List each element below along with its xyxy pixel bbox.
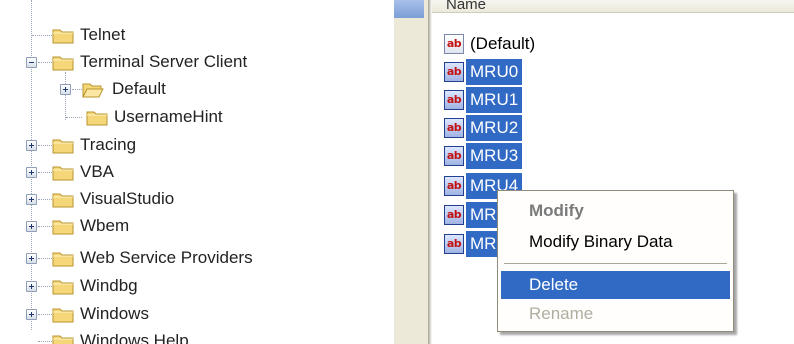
tree-item-label: Web Service Providers <box>80 248 253 267</box>
string-value-icon: ab <box>444 176 464 196</box>
tree-item-terminal-server-client[interactable]: Terminal Server Client <box>0 49 394 77</box>
string-value-icon: ab <box>444 34 464 54</box>
tree-item-label: UsernameHint <box>114 107 223 126</box>
tree-line <box>38 62 52 64</box>
menu-item-rename[interactable]: Rename <box>501 300 730 328</box>
menu-item-modify[interactable]: Modify <box>501 197 730 225</box>
tree-line <box>32 35 52 37</box>
tree-item-wbem[interactable]: Wbem <box>0 213 394 241</box>
string-value-icon: ab <box>444 146 464 166</box>
scrollbar-thumb[interactable] <box>394 0 424 18</box>
tree-item-web-service-providers[interactable]: Web Service Providers <box>0 245 394 273</box>
value-row-mru1[interactable]: ab MRU1 <box>444 86 523 114</box>
tree-line <box>38 341 52 343</box>
string-value-icon: ab <box>444 205 464 225</box>
expand-toggle-icon[interactable] <box>26 221 37 232</box>
pane-splitter[interactable] <box>394 0 428 344</box>
folder-icon <box>52 308 74 323</box>
value-name: MRU3 <box>466 143 523 169</box>
tree-item-label: Wbem <box>80 216 130 235</box>
expand-toggle-icon[interactable] <box>26 140 37 151</box>
tree-line <box>38 226 52 228</box>
folder-icon <box>52 139 74 154</box>
tree-line <box>38 286 52 288</box>
expand-toggle-icon[interactable] <box>26 253 37 264</box>
value-row-mru2[interactable]: ab MRU2 <box>444 114 523 142</box>
folder-icon <box>52 220 74 235</box>
tree-line <box>38 172 52 174</box>
expand-toggle-icon[interactable] <box>26 309 37 320</box>
expand-toggle-icon[interactable] <box>26 281 37 292</box>
open-folder-icon <box>82 83 104 98</box>
expand-toggle-icon[interactable] <box>26 194 37 205</box>
tree-item-label: VisualStudio <box>80 189 175 208</box>
string-value-icon: ab <box>444 90 464 110</box>
tree-item-label: Windows <box>80 304 149 323</box>
folder-icon <box>52 56 74 71</box>
tree-item-visualstudio[interactable]: VisualStudio <box>0 186 394 214</box>
folder-icon <box>86 111 108 126</box>
menu-item-modify-binary-data[interactable]: Modify Binary Data <box>501 228 730 256</box>
tree-item-windows[interactable]: Windows <box>0 301 394 329</box>
value-row-mru0[interactable]: ab MRU0 <box>444 58 523 86</box>
tree-item-default[interactable]: Default <box>0 76 394 104</box>
string-value-icon: ab <box>444 62 464 82</box>
tree-item-label: Windows Help <box>80 331 189 344</box>
tree-item-windbg[interactable]: Windbg <box>0 273 394 301</box>
string-value-icon: ab <box>444 118 464 138</box>
tree-item-telnet[interactable]: Telnet <box>0 22 394 50</box>
tree-line <box>38 199 52 201</box>
tree-item-label: Windbg <box>80 276 138 295</box>
tree-line <box>72 89 82 91</box>
tree-item-label: Tracing <box>80 135 137 154</box>
registry-key-tree[interactable]: Telnet Terminal Server Client Default Us… <box>0 0 394 344</box>
context-menu: Modify Modify Binary Data Delete Rename <box>497 190 734 332</box>
tree-item-windows-help[interactable]: Windows Help <box>0 328 394 344</box>
tree-item-label: Terminal Server Client <box>80 52 248 71</box>
menu-item-delete[interactable]: Delete <box>501 271 730 299</box>
tree-item-label: Default <box>112 79 166 98</box>
value-name: MRU1 <box>466 87 523 113</box>
tree-item-tracing[interactable]: Tracing <box>0 132 394 160</box>
tree-line <box>38 314 52 316</box>
tree-line <box>38 258 52 260</box>
expand-toggle-icon[interactable] <box>26 167 37 178</box>
menu-separator <box>504 263 727 265</box>
expand-toggle-icon[interactable] <box>60 84 71 95</box>
column-header-label: Name <box>446 0 487 13</box>
string-value-icon: ab <box>444 234 464 254</box>
value-name: MRU2 <box>466 115 523 141</box>
tree-item-label: Telnet <box>80 25 126 44</box>
column-header-name[interactable]: Name <box>432 0 794 13</box>
value-name: MRU0 <box>466 59 523 85</box>
value-row-mru3[interactable]: ab MRU3 <box>444 142 523 170</box>
folder-icon <box>52 29 74 44</box>
value-row-default[interactable]: ab (Default) <box>444 30 539 58</box>
collapse-toggle-icon[interactable] <box>26 57 37 68</box>
folder-icon <box>52 193 74 208</box>
folder-icon <box>52 280 74 295</box>
tree-item-label: VBA <box>80 162 115 181</box>
tree-line <box>38 145 52 147</box>
tree-item-vba[interactable]: VBA <box>0 159 394 187</box>
tree-item-usernamehint[interactable]: UsernameHint <box>0 104 394 132</box>
folder-icon <box>52 166 74 181</box>
value-name: (Default) <box>470 34 536 53</box>
folder-icon <box>52 335 74 344</box>
tree-line <box>66 117 82 119</box>
folder-icon <box>52 252 74 267</box>
